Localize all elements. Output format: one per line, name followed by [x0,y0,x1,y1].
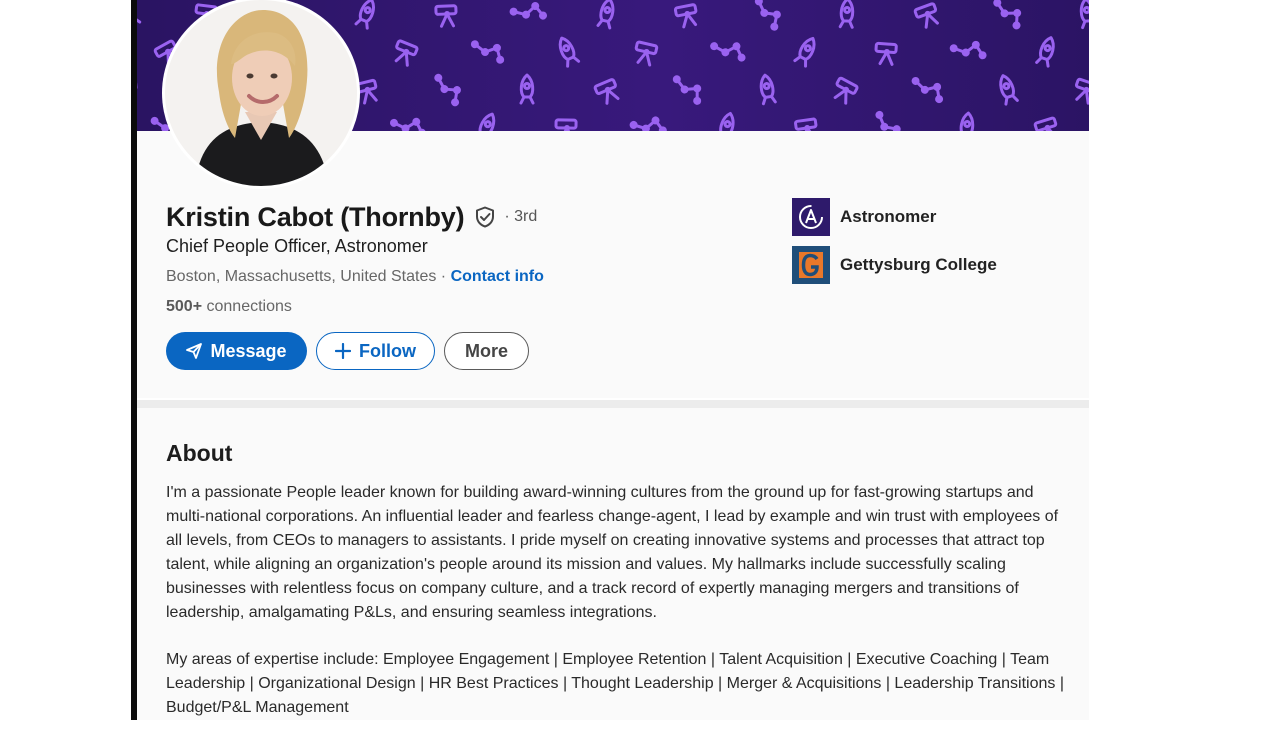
org-gettysburg-college[interactable]: Gettysburg College [792,246,997,284]
more-button[interactable]: More [444,332,529,370]
about-paragraph: My areas of expertise include: Employee … [166,651,1064,716]
message-button[interactable]: Message [166,332,307,370]
about-paragraph: I'm a passionate People leader known for… [166,484,1059,621]
gettysburg-college-logo-icon [792,246,830,284]
connection-degree: · 3rd [504,208,538,225]
connections-label: connections [202,298,292,315]
more-label: More [464,340,508,361]
org-label-gettysburg-college: Gettysburg College [840,255,997,274]
profile-headline: Chief People Officer, Astronomer [166,236,428,256]
follow-label: Follow [359,340,416,361]
shield-check-icon[interactable] [474,206,496,228]
profile-name-row: Kristin Cabot (Thornby) · 3rd [166,200,537,234]
section-divider [137,400,1089,408]
profile-photo[interactable] [165,0,357,186]
about-text: I'm a passionate People leader known for… [166,481,1076,743]
about-title: About [166,440,233,466]
contact-info-link[interactable]: Contact info [451,268,544,285]
profile-location: Boston, Massachusetts, United States [166,268,437,285]
plus-icon [335,343,351,359]
org-label-astronomer: Astronomer [840,207,937,226]
org-astronomer[interactable]: Astronomer [792,198,936,236]
profile-name: Kristin Cabot (Thornby) [166,201,465,232]
follow-button[interactable]: Follow [316,332,435,370]
send-icon [186,343,203,359]
connections-number: 500+ [166,298,203,315]
separator: · [436,268,451,285]
location-row: Boston, Massachusetts, United States · C… [166,268,544,286]
message-label: Message [210,340,287,361]
astronomer-logo-icon [792,198,830,236]
connections-count[interactable]: 500+ connections [166,298,292,316]
